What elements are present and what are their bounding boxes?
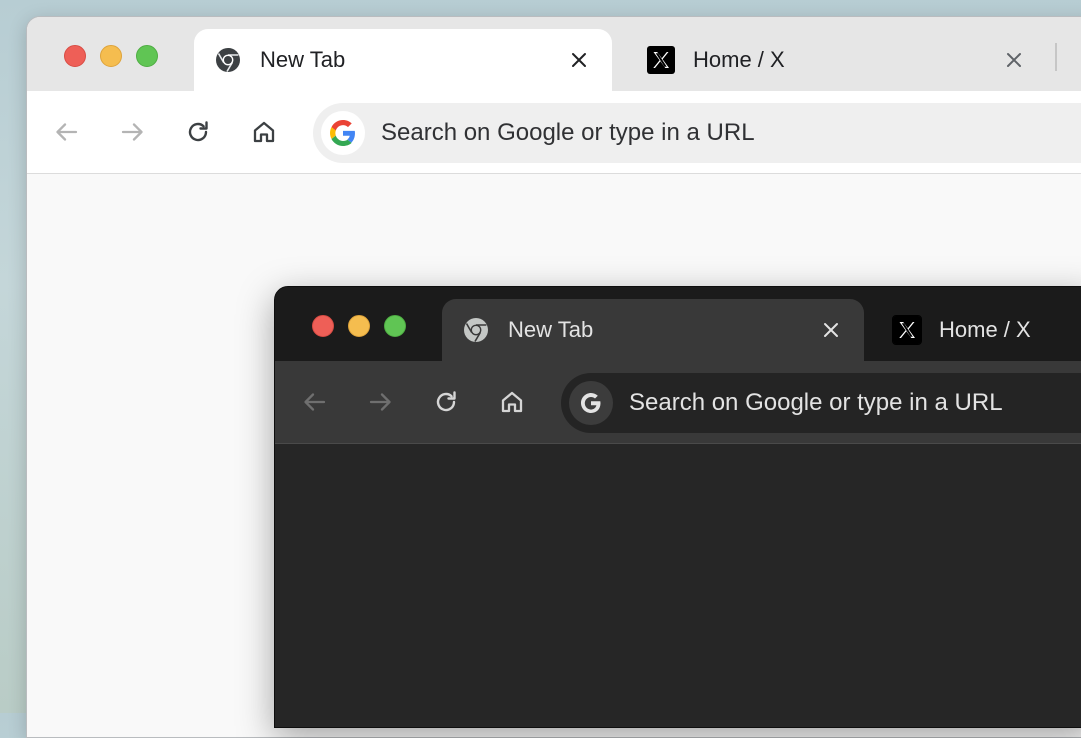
- minimize-window-button[interactable]: [100, 45, 122, 67]
- zoom-window-button[interactable]: [136, 45, 158, 67]
- home-button[interactable]: [250, 118, 278, 146]
- page-content: [275, 444, 1081, 727]
- close-tab-button[interactable]: [1001, 47, 1027, 73]
- back-arrow-icon: [56, 123, 78, 141]
- address-bar[interactable]: Search on Google or type in a URL: [313, 103, 1081, 163]
- window-controls: [312, 315, 406, 337]
- reload-icon: [436, 391, 456, 412]
- back-button[interactable]: [301, 388, 329, 416]
- tab-home-x[interactable]: Home / X: [873, 299, 1081, 361]
- window-controls: [64, 45, 158, 67]
- browser-window-dark: New Tab Home / X Search on Google or typ…: [274, 286, 1081, 728]
- google-g-icon: [569, 381, 613, 425]
- forward-button[interactable]: [366, 388, 394, 416]
- address-bar-placeholder: Search on Google or type in a URL: [629, 389, 1003, 416]
- back-button[interactable]: [53, 118, 81, 146]
- address-bar-placeholder: Search on Google or type in a URL: [381, 119, 755, 146]
- toolbar: Search on Google or type in a URL: [27, 91, 1081, 174]
- tab-title: Home / X: [693, 47, 785, 72]
- reload-icon: [188, 121, 208, 142]
- home-icon: [253, 121, 275, 143]
- tab-title: Home / X: [939, 317, 1031, 342]
- tab-new-tab[interactable]: New Tab: [194, 29, 612, 91]
- reload-button[interactable]: [184, 118, 212, 146]
- home-icon: [501, 391, 523, 413]
- minimize-window-button[interactable]: [348, 315, 370, 337]
- tab-title: New Tab: [508, 317, 594, 342]
- tab-title: New Tab: [260, 47, 346, 72]
- home-button[interactable]: [498, 388, 526, 416]
- tab-strip: New Tab Home / X: [275, 287, 1081, 361]
- x-logo-icon: [892, 315, 922, 345]
- tab-new-tab[interactable]: New Tab: [442, 299, 864, 361]
- address-bar[interactable]: Search on Google or type in a URL: [561, 373, 1081, 433]
- google-g-icon: [321, 111, 365, 155]
- x-logo-icon: [647, 46, 675, 74]
- toolbar: Search on Google or type in a URL: [275, 361, 1081, 444]
- tab-home-x[interactable]: Home / X: [627, 29, 1047, 91]
- reload-button[interactable]: [432, 388, 460, 416]
- zoom-window-button[interactable]: [384, 315, 406, 337]
- tab-strip: New Tab Home / X: [27, 17, 1081, 91]
- close-window-button[interactable]: [312, 315, 334, 337]
- chrome-icon: [214, 46, 242, 74]
- close-icon: [824, 323, 838, 337]
- chrome-icon: [462, 316, 490, 344]
- close-tab-button[interactable]: [818, 317, 844, 343]
- forward-arrow-icon: [121, 123, 143, 141]
- close-tab-button[interactable]: [566, 47, 592, 73]
- back-arrow-icon: [304, 393, 326, 411]
- close-window-button[interactable]: [64, 45, 86, 67]
- close-icon: [572, 53, 586, 67]
- tab-separator: [1055, 43, 1057, 71]
- forward-arrow-icon: [369, 393, 391, 411]
- forward-button[interactable]: [118, 118, 146, 146]
- close-icon: [1007, 53, 1021, 67]
